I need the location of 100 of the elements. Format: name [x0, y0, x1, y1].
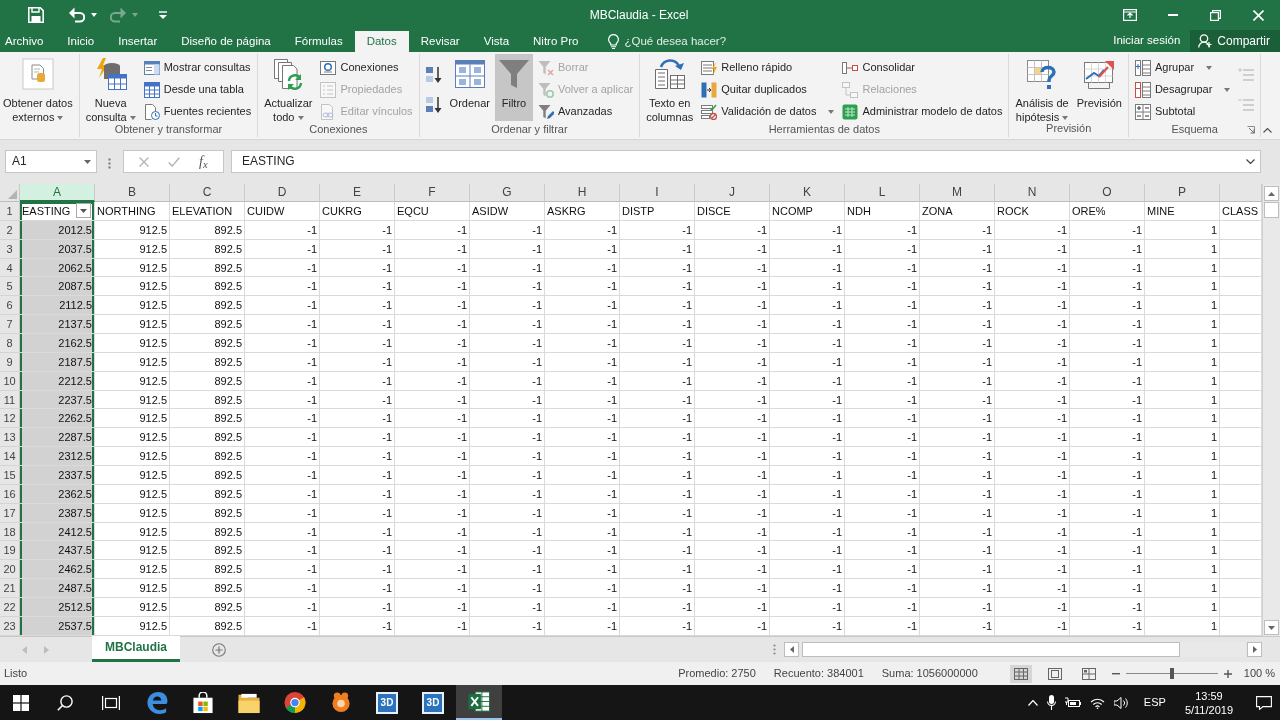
ribbon-tab[interactable]: Vista [471, 30, 522, 52]
taskbar-app-button[interactable] [456, 685, 502, 720]
row-header[interactable]: 20 [0, 560, 20, 580]
row-header[interactable]: 1 [0, 202, 20, 221]
zoom-in-icon[interactable] [1223, 669, 1232, 678]
row-header[interactable]: 15 [0, 466, 20, 485]
sign-in-link[interactable]: Iniciar sesión [1103, 30, 1191, 52]
restore-icon[interactable] [1210, 9, 1221, 21]
language-indicator[interactable]: ESP [1143, 695, 1166, 710]
ribbon-tab[interactable]: Insertar [106, 30, 170, 52]
notifications-icon[interactable] [1256, 695, 1272, 710]
column-header[interactable]: E [320, 184, 395, 202]
scroll-down-button[interactable] [1264, 620, 1279, 635]
column-header[interactable]: G [470, 184, 545, 202]
column-header[interactable]: O [1070, 184, 1145, 202]
show-queries-button[interactable]: Mostrar consultas [140, 57, 255, 79]
row-header[interactable]: 8 [0, 334, 20, 353]
insert-function-button[interactable]: f$_{x}$ [199, 154, 208, 169]
scroll-left-button[interactable] [784, 642, 799, 657]
minimize-icon[interactable] [1167, 14, 1178, 16]
wifi-icon[interactable] [1089, 696, 1105, 709]
ribbon-options-icon[interactable] [1122, 9, 1137, 21]
forecast-sheet-button[interactable]: Previsión [1073, 54, 1125, 121]
data-validation-button[interactable]: Validación de datos [698, 101, 838, 123]
caret-icon[interactable] [84, 159, 91, 164]
subtotal-button[interactable]: Subtotal [1131, 101, 1234, 123]
windows-start-icon[interactable] [13, 694, 29, 711]
ribbon-tab[interactable]: Diseño de página [169, 30, 283, 52]
new-query-button[interactable]: Nueva consulta [82, 54, 139, 121]
search-icon[interactable] [57, 694, 73, 711]
column-header[interactable]: L [845, 184, 920, 202]
ribbon-tab[interactable]: Revisar [408, 30, 472, 52]
from-table-button[interactable]: Desde una tabla [140, 79, 255, 101]
column-header[interactable]: J [695, 184, 770, 202]
column-header[interactable]: H [545, 184, 620, 202]
vertical-scrollbar[interactable] [1262, 184, 1280, 636]
view-button[interactable] [1009, 664, 1032, 683]
row-header[interactable]: 7 [0, 315, 20, 334]
row-header[interactable]: 19 [0, 541, 20, 561]
close-icon[interactable] [1253, 9, 1264, 21]
caret-icon[interactable] [91, 13, 97, 17]
clock-date[interactable]: 5/11/2019 [1184, 702, 1233, 717]
column-header[interactable]: A [20, 184, 95, 202]
column-header[interactable]: K [770, 184, 845, 202]
undo-icon[interactable] [69, 7, 85, 23]
zoom-out-icon[interactable] [1111, 672, 1120, 675]
save-icon[interactable] [28, 7, 44, 23]
speaker-icon[interactable] [1113, 696, 1129, 709]
ribbon-tab[interactable]: Inicio [55, 30, 107, 52]
taskbar-app-button[interactable]: 3D [410, 685, 456, 720]
ungroup-button[interactable]: Desagrupar [1131, 79, 1234, 101]
zoom-level-text[interactable]: 100 % [1243, 666, 1275, 681]
column-header[interactable]: M [920, 184, 995, 202]
flash-fill-button[interactable]: Relleno rápido [698, 57, 838, 79]
sheet-tab[interactable]: MBClaudia [92, 636, 180, 662]
row-header[interactable]: 6 [0, 296, 20, 316]
collapse-ribbon-icon[interactable] [1263, 128, 1272, 133]
column-header[interactable]: B [95, 184, 170, 202]
row-header[interactable]: 14 [0, 447, 20, 467]
chevron-up-icon[interactable] [1027, 699, 1038, 706]
battery-plug-icon[interactable] [1064, 696, 1081, 709]
share-button[interactable]: Compartir [1190, 30, 1280, 52]
taskbar-app-button[interactable]: 3D [364, 685, 410, 720]
clock-time[interactable]: 13:59 [1195, 688, 1223, 703]
customize-icon[interactable] [158, 11, 168, 19]
expand-chevron-icon[interactable] [1246, 159, 1255, 164]
scroll-up-button[interactable] [1264, 186, 1279, 201]
name-box-field[interactable]: A1 [5, 150, 97, 173]
row-header[interactable]: 12 [0, 409, 20, 429]
remove-duplicates-button[interactable]: Quitar duplicados [698, 79, 838, 101]
grip-dots-icon[interactable] [773, 644, 776, 655]
column-header[interactable]: N [995, 184, 1070, 202]
manage-data-model-button[interactable]: Administrar modelo de datos [839, 101, 1006, 123]
refresh-all-button[interactable]: Actualizar todo [261, 54, 316, 121]
column-header[interactable]: P [1145, 184, 1220, 202]
grip-dots-icon[interactable] [108, 157, 111, 169]
sort-button[interactable]: Ordenar [446, 54, 493, 121]
consolidate-button[interactable]: Consolidar [839, 57, 1006, 79]
recent-sources-button[interactable]: Fuentes recientes [140, 101, 255, 123]
column-header[interactable]: D [245, 184, 320, 202]
scroll-right-button[interactable] [1247, 642, 1262, 657]
zoom-slider-thumb[interactable] [1169, 668, 1174, 679]
column-header[interactable]: C [170, 184, 245, 202]
group-button[interactable]: Agrupar [1131, 57, 1234, 79]
column-header[interactable]: F [395, 184, 470, 202]
row-header[interactable]: 22 [0, 598, 20, 617]
column-header[interactable]: I [620, 184, 695, 202]
get-external-data-button[interactable]: Obtener datos externos [0, 54, 76, 121]
microphone-icon[interactable] [1046, 695, 1056, 710]
row-header[interactable]: 21 [0, 579, 20, 599]
ribbon-tab[interactable]: Datos [354, 31, 409, 52]
tell-me-field[interactable]: ¿Qué desea hacer? [624, 32, 737, 50]
ribbon-tab[interactable]: Nitro Pro [521, 30, 591, 52]
filter-button[interactable]: Filtro [494, 54, 533, 121]
text-to-columns-button[interactable]: Texto en columnas [643, 54, 697, 121]
scrollbar-thumb[interactable] [1264, 202, 1279, 218]
enter-check-icon[interactable] [168, 156, 181, 167]
filter-dropdown-button[interactable] [76, 203, 91, 219]
dialog-launcher-icon[interactable] [1247, 126, 1256, 134]
connections-button[interactable]: Conexiones [317, 57, 416, 79]
